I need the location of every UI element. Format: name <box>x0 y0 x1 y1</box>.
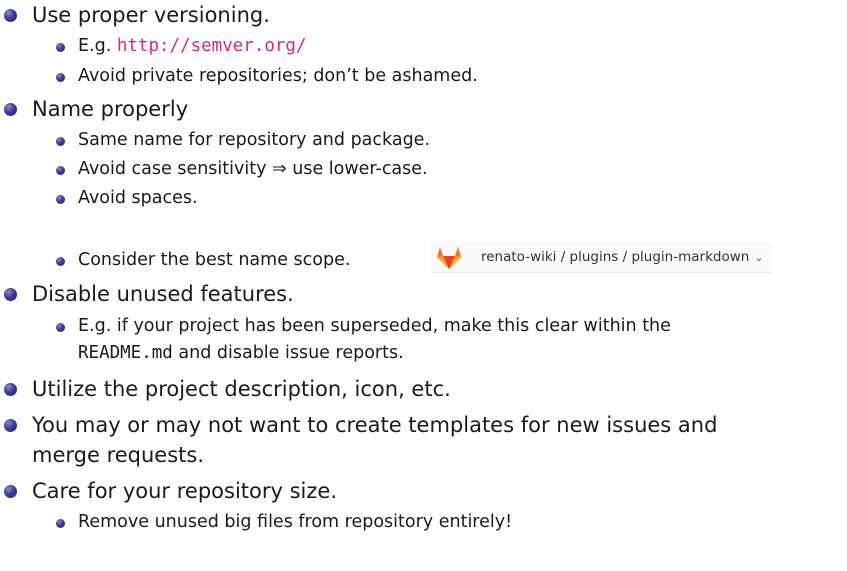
bullet-icon <box>56 137 65 146</box>
bullet-icon <box>56 73 65 82</box>
bullet-icon <box>4 383 17 396</box>
list-item: Remove unused big files from repository … <box>56 510 513 534</box>
gitlab-logo-icon <box>437 247 461 269</box>
semver-link[interactable]: http://semver.org/ <box>117 36 307 56</box>
breadcrumb-path: renato-wiki / plugins / plugin-markdown <box>481 249 750 265</box>
item-text: Avoid private repositories; don’t be ash… <box>78 66 478 86</box>
item-prefix: E.g. <box>78 36 117 56</box>
list-item-continuation: README.md and disable issue reports. <box>78 341 404 365</box>
item-text: Name properly <box>32 97 189 121</box>
chevron-down-icon[interactable]: ⌄ <box>754 251 763 264</box>
item-text: Avoid spaces. <box>78 188 198 208</box>
item-text: Avoid case sensitivity ⇒ use lower-case. <box>78 159 428 179</box>
list-item: Avoid spaces. <box>56 186 198 210</box>
item-text-line2: merge requests. <box>32 443 205 467</box>
item-text: Same name for repository and package. <box>78 130 431 150</box>
item-text-line1: E.g. if your project has been superseded… <box>78 316 671 336</box>
bullet-icon <box>56 323 65 332</box>
list-item: Care for your repository size. <box>4 478 338 504</box>
bullet-icon <box>4 288 17 301</box>
item-text: Disable unused features. <box>32 282 294 306</box>
bullet-icon <box>4 9 17 22</box>
item-text: Use proper versioning. <box>32 3 270 27</box>
bullet-icon <box>56 166 65 175</box>
list-item: E.g. http://semver.org/ <box>56 34 307 58</box>
list-item: Disable unused features. <box>4 281 294 307</box>
item-text-suffix: and disable issue reports. <box>172 343 404 363</box>
bullet-icon <box>56 519 65 528</box>
bullet-icon <box>4 103 17 116</box>
bullet-icon <box>56 257 65 266</box>
gitlab-breadcrumb: renato-wiki / plugins / plugin-markdown … <box>431 242 772 273</box>
readme-code: README.md <box>78 343 173 363</box>
list-item: E.g. if your project has been superseded… <box>56 314 671 338</box>
list-item: Avoid private repositories; don’t be ash… <box>56 64 478 88</box>
item-text: Care for your repository size. <box>32 479 338 503</box>
list-item: Name properly <box>4 96 189 122</box>
item-text: Remove unused big files from repository … <box>78 512 513 532</box>
list-item: Use proper versioning. <box>4 2 270 28</box>
list-item: Consider the best name scope. <box>56 248 351 272</box>
bullet-icon <box>56 195 65 204</box>
list-item: You may or may not want to create templa… <box>4 412 718 438</box>
item-text-line1: You may or may not want to create templa… <box>32 413 718 437</box>
item-text: Utilize the project description, icon, e… <box>32 377 451 401</box>
list-item-continuation: merge requests. <box>32 442 204 468</box>
list-item: Same name for repository and package. <box>56 128 431 152</box>
bullet-icon <box>4 485 17 498</box>
bullet-icon <box>56 43 65 52</box>
bullet-icon <box>4 419 17 432</box>
list-item: Utilize the project description, icon, e… <box>4 376 451 402</box>
slide: Use proper versioning. E.g. http://semve… <box>0 0 847 571</box>
item-text: Consider the best name scope. <box>78 250 351 270</box>
list-item: Avoid case sensitivity ⇒ use lower-case. <box>56 157 428 181</box>
